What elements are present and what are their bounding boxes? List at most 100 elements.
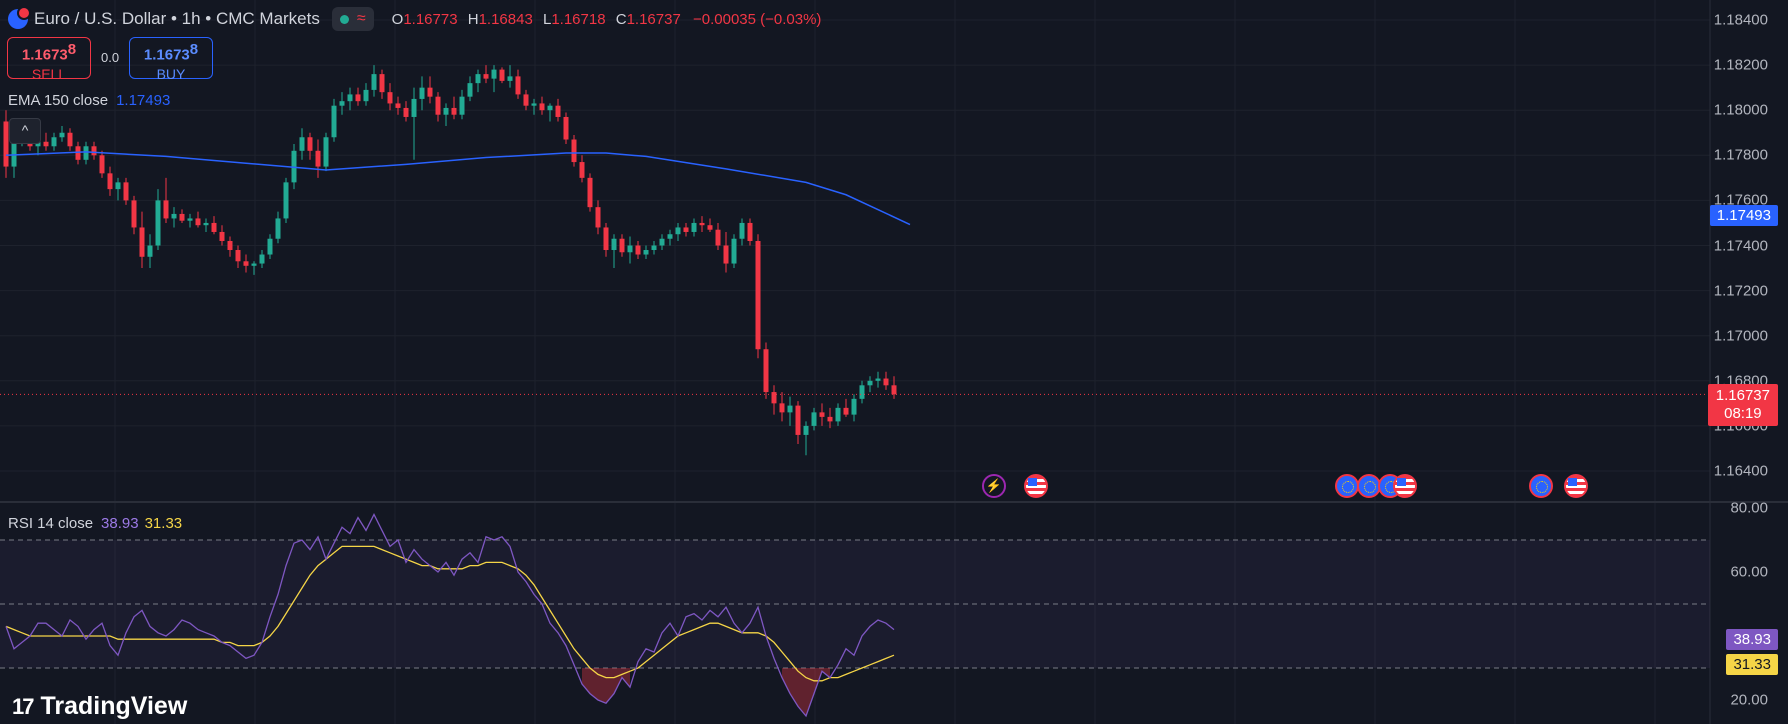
rsi-ma-legend-value: 31.33 [144, 515, 183, 532]
candle-body [403, 107, 409, 117]
candle-body [211, 222, 217, 232]
price-axis-label: 1.17000 [1713, 327, 1768, 345]
bar-countdown: 08:19 [1724, 405, 1762, 422]
sell-button[interactable]: 1.16738 SELL [7, 37, 91, 82]
rsi-axis-label: 80.00 [1730, 499, 1768, 517]
price-axis-label: 1.18400 [1713, 11, 1768, 29]
candle-body [515, 76, 521, 95]
candle-body [619, 238, 625, 253]
buy-label: BUY [156, 65, 186, 82]
candle-body [123, 182, 129, 201]
candle-body [827, 416, 833, 422]
candle-body [163, 200, 169, 219]
candle-body [771, 392, 777, 404]
ohlc-high-value: 1.16843 [478, 10, 533, 28]
candle-body [131, 200, 137, 228]
ohlc-open-value: 1.16773 [403, 10, 458, 28]
candle-body [435, 96, 441, 115]
candle-body [651, 245, 657, 251]
sell-price-pip: 8 [67, 41, 77, 58]
candle-body [643, 250, 649, 255]
candle-body [547, 105, 553, 111]
candle-body [523, 94, 529, 106]
candle-body [579, 162, 585, 178]
candle-body [563, 116, 569, 140]
wave-icon: ≈ [356, 10, 366, 27]
price-axis-label: 1.17400 [1713, 237, 1768, 254]
last-price-tag: 1.16737 08:19 [1707, 384, 1778, 426]
candle-body [739, 222, 745, 239]
tradingview-logo[interactable]: 17 TradingView [12, 692, 187, 721]
us-flag-event-icon[interactable] [1393, 474, 1417, 498]
candle-body [355, 94, 361, 102]
eu-flag-event-icon[interactable] [1335, 474, 1359, 498]
candle-body [875, 378, 881, 381]
candle-body [779, 403, 785, 413]
candle-body [83, 146, 89, 160]
price-axis-label: 1.18200 [1713, 56, 1768, 74]
market-open-dot-icon [339, 14, 349, 24]
candle-body [395, 103, 401, 108]
candle-body [379, 74, 385, 93]
candle-body [859, 385, 865, 399]
candle-body [251, 263, 257, 266]
candle-body [555, 105, 561, 117]
candle-body [627, 245, 633, 253]
candle-body [147, 245, 153, 257]
collapse-legend-button[interactable]: ^ [9, 118, 41, 144]
rsi-ma-value-tag: 31.33 [1726, 654, 1778, 675]
last-price-value: 1.16737 [1715, 387, 1770, 404]
candle-body [819, 412, 825, 417]
buy-button[interactable]: 1.16738 BUY [129, 37, 213, 82]
buy-price: 1.1673 [143, 46, 190, 64]
candle-body [275, 218, 281, 239]
candle-body [587, 177, 593, 208]
candle-body [187, 218, 193, 221]
rsi-legend[interactable]: RSI 14 close 38.93 31.33 [8, 515, 182, 532]
ohlc-values: O1.16773 H1.16843 L1.16718 C1.16737 −0.0… [386, 11, 822, 28]
candle-body [883, 378, 889, 386]
candle-body [91, 146, 97, 156]
ema-legend-value: 1.17493 [116, 92, 171, 109]
candle-body [763, 349, 769, 393]
symbol-title[interactable]: Euro / U.S. Dollar • 1h • CMC Markets [34, 9, 320, 29]
candle-body [635, 245, 641, 255]
ohlc-close-key: C [615, 10, 627, 28]
candle-body [603, 227, 609, 251]
candle-body [299, 137, 305, 151]
flash-event-icon[interactable]: ⚡ [982, 474, 1006, 498]
eu-flag-event-icon[interactable] [1529, 474, 1553, 498]
price-axis-label: 1.16400 [1713, 462, 1768, 480]
candle-body [363, 89, 369, 102]
candle-body [507, 76, 513, 81]
price-axis-label: 1.18000 [1713, 101, 1768, 119]
price-axis-label: 1.17200 [1713, 282, 1768, 300]
candle-body [475, 74, 481, 84]
candle-body [539, 103, 545, 111]
candle-body [371, 74, 377, 90]
candle-body [891, 385, 897, 395]
us-flag-event-icon[interactable] [1024, 474, 1048, 498]
sell-label: SELL [31, 65, 67, 82]
rsi-oversold-fill [582, 668, 630, 704]
ema-legend[interactable]: EMA 150 close 1.17493 [8, 92, 170, 109]
us-flag-event-icon[interactable] [1564, 474, 1588, 498]
candle-body [171, 213, 177, 219]
price-axis-label: 1.17800 [1713, 146, 1768, 164]
candle-body [99, 155, 105, 174]
candle-body [339, 101, 345, 106]
rsi-axis-label: 60.00 [1730, 563, 1768, 581]
candle-body [595, 207, 601, 228]
chart-canvas[interactable] [0, 0, 1788, 724]
candle-body [331, 105, 337, 138]
buy-price-pip: 8 [189, 41, 199, 58]
candle-body [219, 231, 225, 241]
candle-body [323, 137, 329, 167]
candle-body [499, 69, 505, 81]
market-status-pill[interactable]: ≈ [331, 7, 374, 31]
candle-body [683, 227, 689, 232]
candle-body [723, 245, 729, 264]
tradingview-mark-icon: 17 [12, 693, 35, 719]
ohlc-change: −0.00035 (−0.03%) [692, 10, 822, 28]
candle-body [491, 69, 497, 79]
